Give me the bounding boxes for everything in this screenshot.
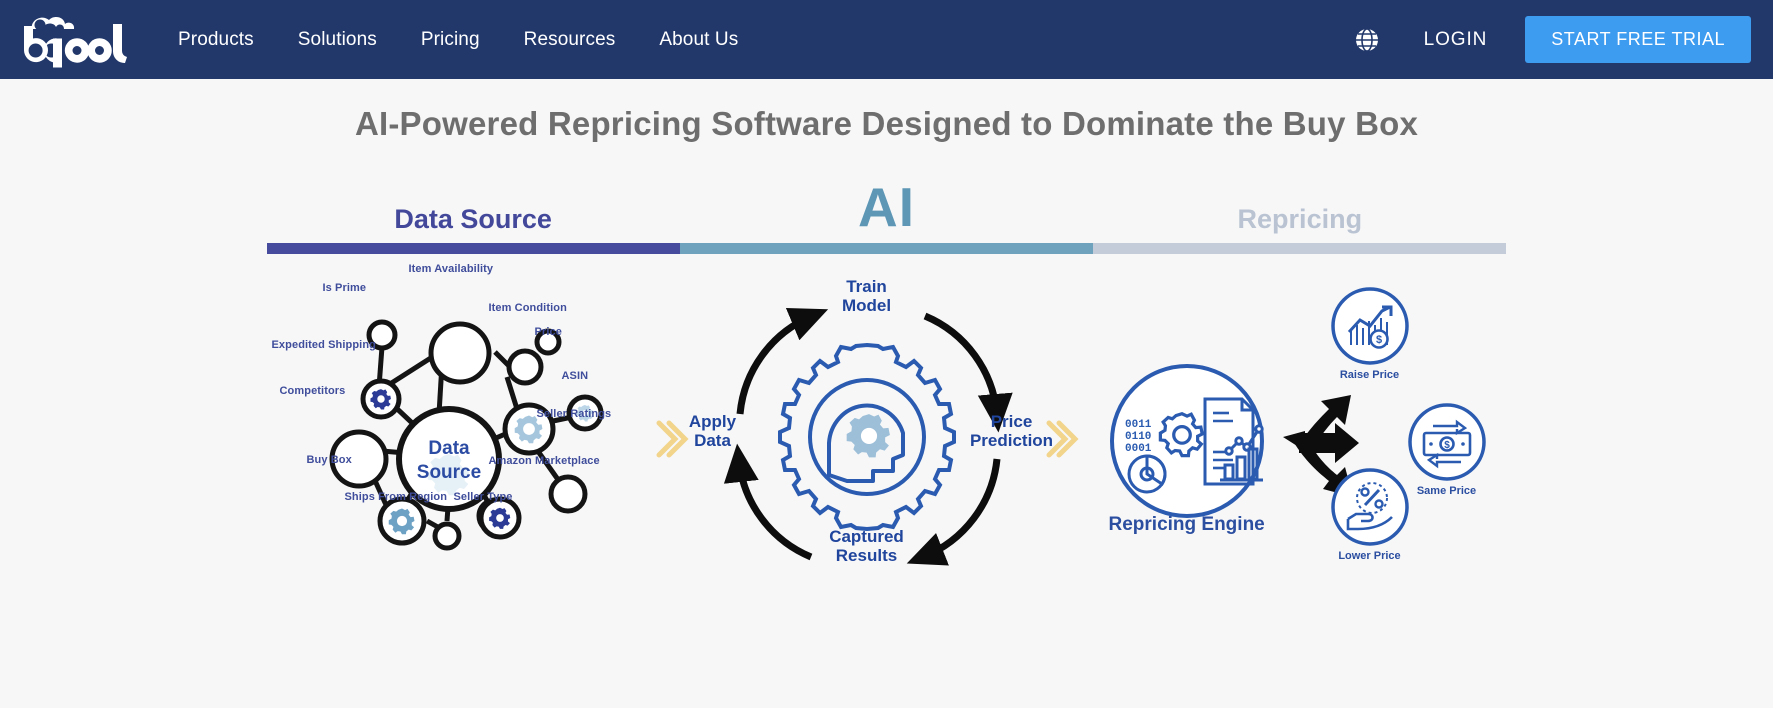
nav-link-resources[interactable]: Resources <box>502 19 638 61</box>
language-selector-button[interactable] <box>1346 19 1388 61</box>
repricing-engine-label: Repricing Engine <box>1108 514 1265 535</box>
stage-label-ai: AI <box>857 176 915 238</box>
nav-link-pricing[interactable]: Pricing <box>399 19 502 61</box>
stage-label-data-source: Data Source <box>394 204 552 234</box>
stage-bars <box>266 243 1507 254</box>
ai-repricing-flow-diagram: Data Source Is Prime Item Availability I… <box>267 263 1507 599</box>
page-title: AI-Powered Repricing Software Designed t… <box>354 105 1419 142</box>
node-label-price: Price <box>534 326 562 338</box>
node-label-seller-ratings: Seller Ratings <box>536 408 612 420</box>
svg-text:$: $ <box>1444 440 1450 451</box>
top-navigation-bar: Products Solutions Pricing Resources Abo… <box>0 0 1773 79</box>
globe-icon <box>1355 27 1378 52</box>
nav-link-solutions[interactable]: Solutions <box>276 19 399 61</box>
svg-text:0110: 0110 <box>1125 431 1151 443</box>
svg-text:$: $ <box>1375 334 1381 346</box>
stage-bar-ai <box>679 243 1094 254</box>
nav-link-products[interactable]: Products <box>156 19 276 61</box>
lower-price-circle <box>1330 468 1409 546</box>
stage-label-repricing: Repricing <box>1237 204 1363 234</box>
stage-bar-repricing <box>1093 243 1507 254</box>
main-nav-links: Products Solutions Pricing Resources Abo… <box>156 19 760 61</box>
node-label-seller-type: Seller Type <box>453 491 513 503</box>
node-label-item-availability: Item Availability <box>408 263 494 275</box>
stage-labels: Data Source AI Repricing <box>267 180 1507 235</box>
ai-learning-cycle: Train Model Price Prediction Captured Re… <box>667 269 1067 599</box>
nav-right-actions: LOGIN START FREE TRIAL <box>1346 16 1751 63</box>
node-label-amazon-marketplace: Amazon Marketplace <box>488 455 600 467</box>
node-graph-svg: Data Source <box>329 319 603 551</box>
bqool-logo[interactable] <box>20 12 128 68</box>
repricing-engine-panel: 0011 0110 0001 $ $ Repricing Engine Rais… <box>1077 269 1507 599</box>
login-link[interactable]: LOGIN <box>1406 19 1506 61</box>
outcome-label-raise-price: Raise Price <box>1339 369 1400 381</box>
node-label-ships-from-region: Ships From Region <box>344 491 448 503</box>
data-source-node-graph: Data Source Is Prime Item Availability I… <box>267 263 667 599</box>
flow-chevron-2 <box>1045 409 1081 469</box>
node-label-asin: ASIN <box>561 370 589 382</box>
bqool-cloud-logo <box>23 16 127 67</box>
node-label-competitors: Competitors <box>279 385 346 397</box>
start-free-trial-button[interactable]: START FREE TRIAL <box>1525 16 1751 63</box>
cycle-step-train-model: Train Model <box>841 277 892 316</box>
outcome-label-same-price: Same Price <box>1416 485 1477 497</box>
nav-link-about-us[interactable]: About Us <box>637 19 760 61</box>
svg-text:Data: Data <box>428 438 470 459</box>
svg-text:Source: Source <box>416 462 480 483</box>
svg-text:0011: 0011 <box>1125 419 1152 431</box>
stage-progress-bar: Data Source AI Repricing <box>266 180 1507 254</box>
node-label-buy-box: Buy Box <box>306 454 352 466</box>
double-chevron-right-icon <box>1046 420 1079 458</box>
node-label-expedited-shipping: Expedited Shipping <box>271 339 376 351</box>
repricing-svg: 0011 0110 0001 $ $ <box>1109 287 1486 546</box>
node-label-item-condition: Item Condition <box>488 302 567 314</box>
stage-bar-data-source <box>266 243 680 254</box>
cycle-step-apply-data: Apply Data <box>688 412 737 451</box>
cycle-step-captured-results: Captured Results <box>829 527 904 566</box>
node-label-is-prime: Is Prime <box>322 282 367 294</box>
outcome-label-lower-price: Lower Price <box>1338 550 1401 562</box>
svg-text:0001: 0001 <box>1125 443 1152 455</box>
